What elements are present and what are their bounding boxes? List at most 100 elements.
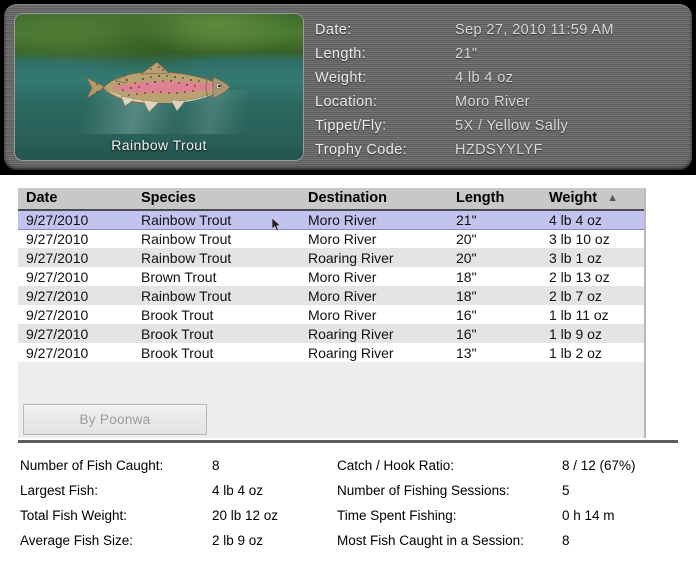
detail-field-length: Length: 21" [315, 42, 685, 66]
cell-length: 16" [448, 324, 541, 343]
by-poonwa-button-label: By Poonwa [79, 412, 151, 427]
detail-field-tippet-fly-label: Tippet/Fly: [315, 118, 387, 134]
column-header-species-label: Species [141, 190, 196, 206]
cell-destination: Moro River [300, 305, 448, 324]
cell-date: 9/27/2010 [18, 209, 133, 230]
column-header-date-label: Date [26, 190, 58, 206]
cell-date: 9/27/2010 [18, 229, 133, 248]
stat-number-of-fish-caught-label: Number of Fish Caught: [20, 458, 164, 473]
cell-species: Rainbow Trout [133, 229, 300, 248]
table-row[interactable]: 9/27/2010 Brook Trout Roaring River 13" … [18, 343, 646, 362]
cell-length: 18" [448, 267, 541, 286]
section-divider [18, 440, 678, 443]
table-row[interactable]: 9/27/2010 Rainbow Trout Moro River 18" 2… [18, 286, 646, 305]
cell-species: Rainbow Trout [133, 286, 300, 305]
stat-catch-hook-ratio-value: 8 / 12 (67%) [562, 458, 636, 473]
stat-total-fish-weight-label: Total Fish Weight: [20, 508, 128, 523]
column-header-weight[interactable]: Weight ▲ [541, 188, 646, 211]
cell-date: 9/27/2010 [18, 324, 133, 343]
statistics-section: Number of Fish Caught: 8 Catch / Hook Ra… [0, 458, 696, 558]
cell-length: 16" [448, 305, 541, 324]
table-right-edge [644, 188, 646, 438]
table-row[interactable]: 9/27/2010 Brown Trout Moro River 18" 2 l… [18, 267, 646, 286]
detail-field-tippet-fly-value: 5X / Yellow Sally [455, 118, 569, 134]
table-row[interactable]: 9/27/2010 Brook Trout Moro River 16" 1 l… [18, 305, 646, 324]
by-poonwa-button[interactable]: By Poonwa [23, 404, 207, 435]
stat-average-fish-size-value: 2 lb 9 oz [212, 533, 264, 548]
stat-number-of-sessions-label: Number of Fishing Sessions: [337, 483, 510, 498]
cell-weight: 1 lb 2 oz [541, 343, 646, 362]
stat-average-fish-size-label: Average Fish Size: [20, 533, 134, 548]
cell-date: 9/27/2010 [18, 305, 133, 324]
catch-table[interactable]: Date Species Destination Length Weight ▲ … [18, 188, 646, 362]
catch-table-container[interactable]: Date Species Destination Length Weight ▲ … [18, 188, 646, 438]
cell-species: Rainbow Trout [133, 248, 300, 267]
cell-species: Rainbow Trout [133, 209, 300, 230]
detail-field-weight-value: 4 lb 4 oz [455, 70, 514, 86]
cell-weight: 1 lb 11 oz [541, 305, 646, 324]
cell-length: 18" [448, 286, 541, 305]
cell-date: 9/27/2010 [18, 267, 133, 286]
cell-destination: Moro River [300, 229, 448, 248]
stat-time-spent-fishing-value: 0 h 14 m [562, 508, 615, 523]
statistics-row: Largest Fish: 4 lb 4 oz Number of Fishin… [0, 483, 696, 508]
statistics-row: Number of Fish Caught: 8 Catch / Hook Ra… [0, 458, 696, 483]
cell-weight: 3 lb 10 oz [541, 229, 646, 248]
column-header-date[interactable]: Date [18, 188, 133, 211]
fish-photo-card: Rainbow Trout [14, 13, 304, 161]
stat-number-of-fish-caught-value: 8 [212, 458, 220, 473]
cell-species: Brown Trout [133, 267, 300, 286]
detail-field-trophy-code-value: HZDSYYLYF [455, 142, 543, 158]
column-header-length-label: Length [456, 190, 505, 206]
column-header-destination[interactable]: Destination [300, 188, 448, 211]
cell-length: 20" [448, 229, 541, 248]
detail-field-trophy-code-label: Trophy Code: [315, 142, 408, 158]
cell-destination: Roaring River [300, 343, 448, 362]
detail-field-location-label: Location: [315, 94, 378, 110]
detail-field-trophy-code: Trophy Code: HZDSYYLYF [315, 138, 685, 162]
cell-destination: Moro River [300, 209, 448, 230]
catch-detail-fields: Date: Sep 27, 2010 11:59 AM Length: 21" … [315, 18, 685, 162]
detail-field-date-value: Sep 27, 2010 11:59 AM [455, 22, 614, 38]
stat-catch-hook-ratio-label: Catch / Hook Ratio: [337, 458, 455, 473]
catch-table-header-row: Date Species Destination Length Weight ▲ [18, 188, 646, 211]
catch-detail-panel: Rainbow Trout Date: Sep 27, 2010 11:59 A… [4, 4, 692, 170]
cell-destination: Moro River [300, 286, 448, 305]
cell-destination: Roaring River [300, 324, 448, 343]
detail-field-date-label: Date: [315, 22, 352, 38]
cell-date: 9/27/2010 [18, 286, 133, 305]
cell-weight: 4 lb 4 oz [541, 209, 646, 230]
cell-weight: 1 lb 9 oz [541, 324, 646, 343]
column-header-length[interactable]: Length [448, 188, 541, 211]
fish-species-caption: Rainbow Trout [111, 137, 207, 153]
detail-field-date: Date: Sep 27, 2010 11:59 AM [315, 18, 685, 42]
cell-species: Brook Trout [133, 343, 300, 362]
statistics-row: Total Fish Weight: 20 lb 12 oz Time Spen… [0, 508, 696, 533]
table-row[interactable]: 9/27/2010 Brook Trout Roaring River 16" … [18, 324, 646, 343]
cell-species: Brook Trout [133, 324, 300, 343]
detail-field-weight: Weight: 4 lb 4 oz [315, 66, 685, 90]
stat-most-fish-in-session-value: 8 [562, 533, 570, 548]
stat-largest-fish-label: Largest Fish: [20, 483, 99, 498]
cell-length: 21" [448, 209, 541, 230]
detail-field-length-label: Length: [315, 46, 367, 62]
cell-destination: Roaring River [300, 248, 448, 267]
stat-most-fish-in-session-label: Most Fish Caught in a Session: [337, 533, 524, 548]
cell-length: 20" [448, 248, 541, 267]
rainbow-trout-icon [86, 62, 231, 113]
stat-largest-fish-value: 4 lb 4 oz [212, 483, 264, 498]
table-row[interactable]: 9/27/2010 Rainbow Trout Moro River 20" 3… [18, 229, 646, 248]
stat-total-fish-weight-value: 20 lb 12 oz [212, 508, 279, 523]
stat-number-of-sessions-value: 5 [562, 483, 570, 498]
detail-field-location-value: Moro River [455, 94, 530, 110]
table-row[interactable]: 9/27/2010 Rainbow Trout Moro River 21" 4… [18, 209, 646, 230]
cell-date: 9/27/2010 [18, 248, 133, 267]
cell-destination: Moro River [300, 267, 448, 286]
column-header-species[interactable]: Species [133, 188, 300, 211]
sort-ascending-icon: ▲ [607, 192, 618, 204]
cell-date: 9/27/2010 [18, 343, 133, 362]
cell-weight: 2 lb 13 oz [541, 267, 646, 286]
table-row[interactable]: 9/27/2010 Rainbow Trout Roaring River 20… [18, 248, 646, 267]
detail-field-weight-label: Weight: [315, 70, 367, 86]
cell-length: 13" [448, 343, 541, 362]
